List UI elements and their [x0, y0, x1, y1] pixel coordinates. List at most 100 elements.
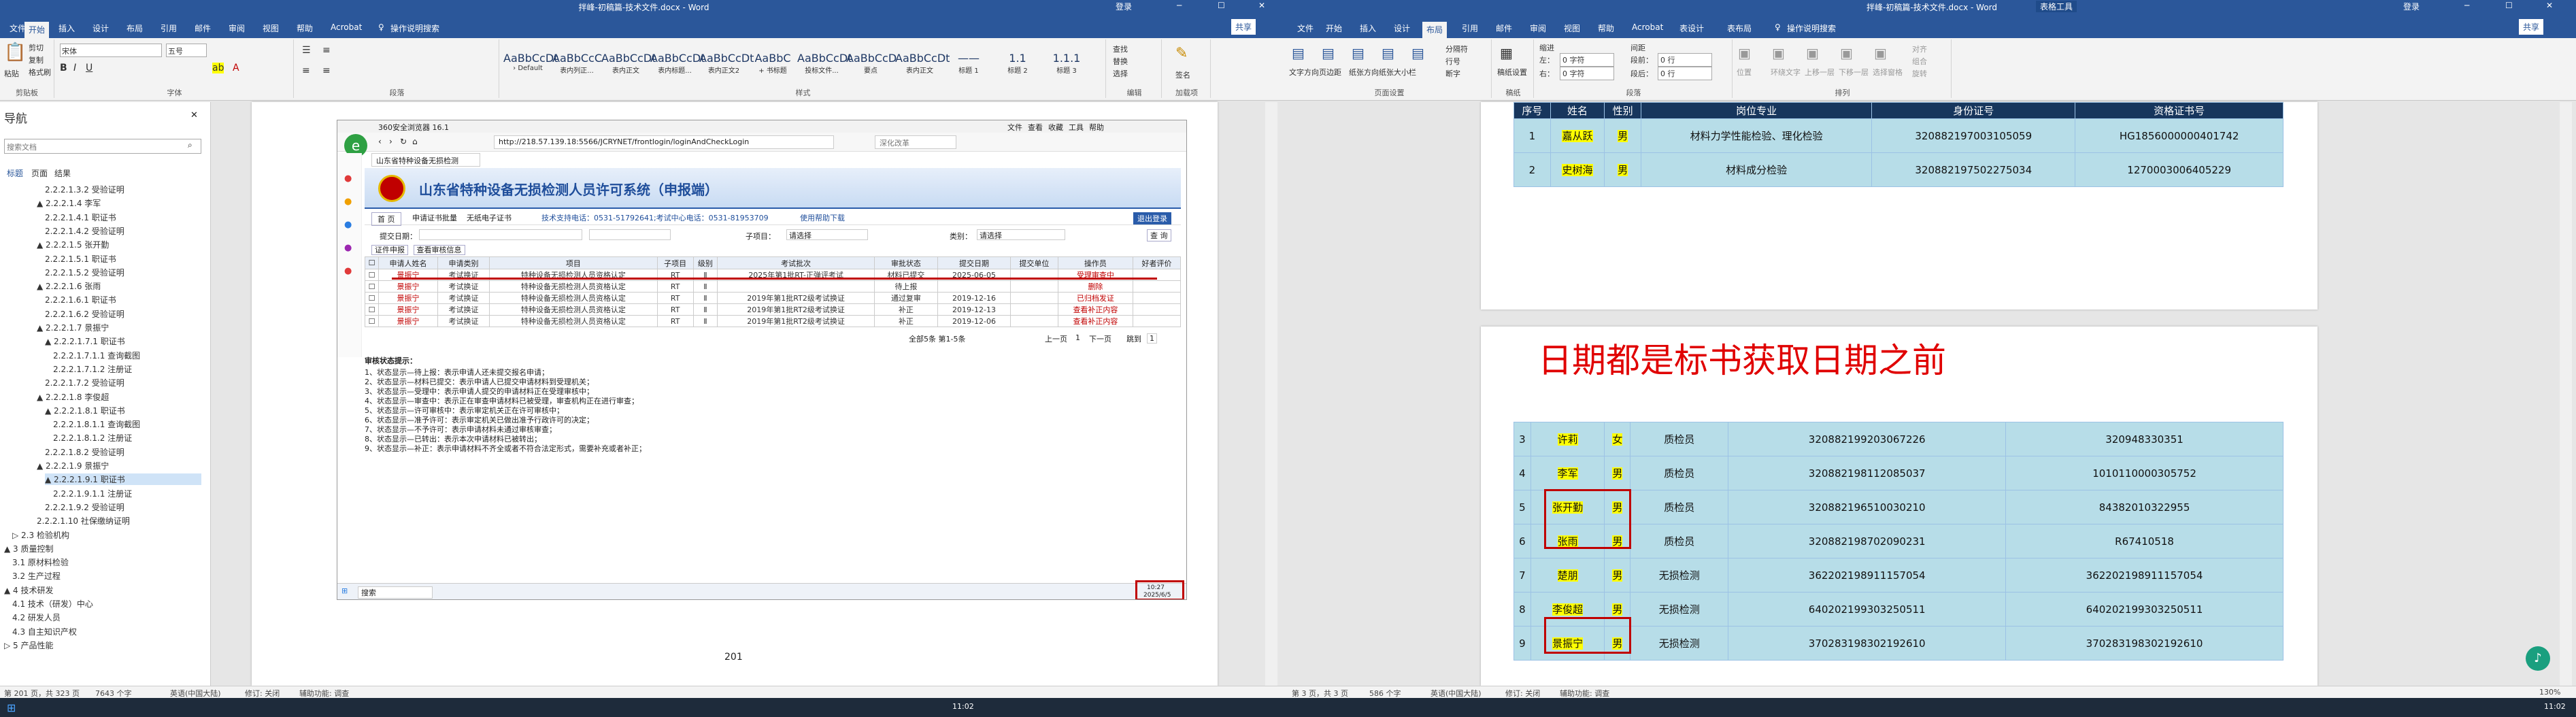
nav-item[interactable]: 2.2.2.1.10 社保缴纳证明 [37, 515, 201, 527]
nav-item[interactable]: 2.2.2.1.3.2 受验证明 [45, 184, 201, 195]
tab-insert[interactable]: 插入 [54, 20, 79, 36]
tab-mailings[interactable]: 邮件 [190, 20, 215, 36]
breaks-button[interactable]: 分隔符 [1445, 44, 1468, 54]
share-button-r[interactable]: 共享 [2519, 19, 2544, 35]
sign-in-link[interactable]: 登录 [1116, 1, 1132, 12]
arrange-icon[interactable]: ▣ [1840, 45, 1853, 61]
arrange-icon[interactable]: ▣ [1772, 45, 1785, 61]
nav-item[interactable]: 4.1 技术（研发）中心 [12, 598, 201, 610]
nav-item[interactable]: 2.2.2.1.4.1 职证书 [45, 212, 201, 223]
copy-button[interactable]: 复制 [29, 54, 44, 65]
start-icon[interactable]: ⊞ [7, 701, 16, 714]
arrange-icon[interactable]: ▣ [1738, 45, 1751, 61]
tab-mailings-r[interactable]: 邮件 [1492, 20, 1516, 36]
maximize-button-right[interactable]: ☐ [2505, 1, 2513, 10]
row-checkbox[interactable]: ☐ [365, 303, 379, 316]
nav-item[interactable]: ▲ 2.2.2.1.8.1 职证书 [45, 405, 201, 416]
table-cell[interactable]: 景振宁 [378, 315, 438, 327]
vertical-scrollbar-right[interactable] [2560, 102, 2572, 686]
nav-item[interactable]: 2.2.2.1.5.1 职证书 [45, 253, 201, 265]
table-cell[interactable]: 查看补正内容 [1057, 303, 1134, 316]
action-tab-review[interactable]: 查看审核信息 [413, 245, 465, 255]
inner-search-box[interactable]: 搜索 [358, 586, 433, 599]
action-tab-apply[interactable]: 证件申报 [371, 245, 408, 255]
subnav-ecert[interactable]: 无纸电子证书 [467, 212, 512, 223]
nav-item[interactable]: 2.2.2.1.8.1.1 查询截图 [53, 418, 201, 430]
nav-item[interactable]: ▲ 4 技术研发 [4, 584, 201, 596]
assistant-icon[interactable]: ♪ [2526, 646, 2550, 671]
nav-item[interactable]: 2.2.2.1.9.2 受验证明 [45, 501, 201, 513]
nav-item[interactable]: 3.2 生产过程 [12, 570, 201, 582]
tab-references[interactable]: 引用 [156, 20, 181, 36]
page-setup-icon[interactable]: ▤ [1411, 45, 1424, 61]
close-button[interactable]: ✕ [1258, 1, 1265, 10]
style-item[interactable]: AaBbCcC 表内列正... [552, 46, 602, 84]
arrange-button[interactable]: 位置 [1737, 67, 1752, 78]
nav-item[interactable]: ▲ 2.2.2.1.8 李俊超 [37, 391, 201, 403]
indent-left-input[interactable]: 0 字符 [1560, 53, 1614, 67]
page-setup-button[interactable]: 纸张方向 [1349, 67, 1379, 78]
nav-item[interactable]: 2.2.2.1.8.1.2 注册证 [53, 432, 201, 444]
subnav-home[interactable]: 首 页 [371, 212, 401, 226]
forward-icon[interactable]: › [389, 137, 392, 146]
nav-item[interactable]: 4.3 自主知识产权 [12, 626, 201, 637]
query-button[interactable]: 查 询 [1147, 229, 1171, 241]
table-cell[interactable]: 查看补正内容 [1057, 315, 1134, 327]
row-checkbox[interactable]: ☐ [365, 315, 379, 327]
sidebar-icon-1[interactable]: ● [344, 173, 352, 184]
hyphenation-button[interactable]: 断字 [1445, 68, 1460, 79]
style-item[interactable]: 1.1 标题 2 [993, 46, 1042, 84]
underline-button[interactable]: U [86, 63, 93, 73]
tab-insert-r[interactable]: 插入 [1356, 20, 1380, 36]
nav-tab-pages[interactable]: 页面 [31, 167, 48, 179]
nav-item[interactable]: ▲ 2.2.2.1.7 景振宁 [37, 322, 201, 333]
highlight-button[interactable]: ab [212, 63, 224, 73]
tab-acrobat[interactable]: Acrobat [327, 20, 366, 34]
browser-menu-fav[interactable]: 收藏 [1048, 122, 1063, 133]
page-1-button[interactable]: 1 [1075, 333, 1080, 342]
nav-item[interactable]: 2.2.2.1.6.2 受验证明 [45, 308, 201, 320]
row-checkbox[interactable]: ☐ [365, 269, 379, 281]
nav-item[interactable]: ▲ 2.2.2.1.4 李军 [37, 197, 201, 209]
replace-button[interactable]: 替换 [1113, 56, 1128, 67]
apply-date-input[interactable] [419, 229, 582, 240]
jump-input[interactable]: 1 [1147, 333, 1157, 344]
signature-icon[interactable]: ✎ [1175, 45, 1188, 62]
tab-design-r[interactable]: 设计 [1390, 20, 1414, 36]
subnav-batch[interactable]: 申请证书批量 [412, 212, 457, 223]
page-setup-icon[interactable]: ▤ [1352, 45, 1365, 61]
align-center-icon[interactable]: ≡ [322, 65, 331, 76]
vertical-scrollbar[interactable] [1265, 102, 1277, 686]
row-checkbox[interactable]: ☐ [365, 292, 379, 304]
next-page-button[interactable]: 下一页 [1089, 333, 1111, 344]
browser-menu-file[interactable]: 文件 [1007, 122, 1022, 133]
nav-item[interactable]: 2.2.2.1.5.2 受验证明 [45, 267, 201, 278]
arrange-button[interactable]: 下移一层 [1839, 67, 1869, 78]
select-all-checkbox[interactable]: ☐ [365, 256, 379, 269]
sidebar-icon-3[interactable]: ● [344, 220, 352, 230]
paste-button[interactable]: 粘贴 [4, 68, 19, 79]
search-icon[interactable]: ⌕ [188, 140, 193, 150]
page-setup-icon[interactable]: ▤ [1322, 45, 1335, 61]
bold-button[interactable]: B [60, 63, 67, 73]
style-item[interactable]: AaBbCcDt › Default [503, 46, 558, 84]
tab-help-r[interactable]: 帮助 [1594, 20, 1618, 36]
numbering-icon[interactable]: ≡ [322, 45, 331, 56]
sidebar-icon-4[interactable]: ● [344, 243, 352, 253]
table-cell[interactable]: 景振宁 [378, 303, 438, 316]
tab-references-r[interactable]: 引用 [1458, 20, 1482, 36]
nav-item[interactable]: 2.2.2.1.4.2 受验证明 [45, 225, 201, 237]
inner-start-icon[interactable]: ⊞ [341, 586, 348, 595]
tab-layout[interactable]: 布局 [122, 20, 147, 36]
home-icon[interactable]: ⌂ [412, 137, 418, 146]
refresh-icon[interactable]: ↻ [400, 137, 407, 146]
draft-paper-icon[interactable]: ▦ [1500, 45, 1513, 61]
page-setup-button[interactable]: 栏 [1409, 67, 1416, 78]
sign-in-link-right[interactable]: 登录 [2403, 1, 2420, 12]
nav-item[interactable]: 2.2.2.1.7.2 受验证明 [45, 377, 201, 388]
tab-review-r[interactable]: 审阅 [1526, 20, 1550, 36]
nav-tab-results[interactable]: 结果 [54, 167, 71, 179]
spacing-after-input[interactable]: 0 行 [1658, 67, 1712, 80]
nav-search-input[interactable]: 搜索文档 [4, 139, 201, 154]
tab-table-layout[interactable]: 表布局 [1723, 20, 1756, 36]
